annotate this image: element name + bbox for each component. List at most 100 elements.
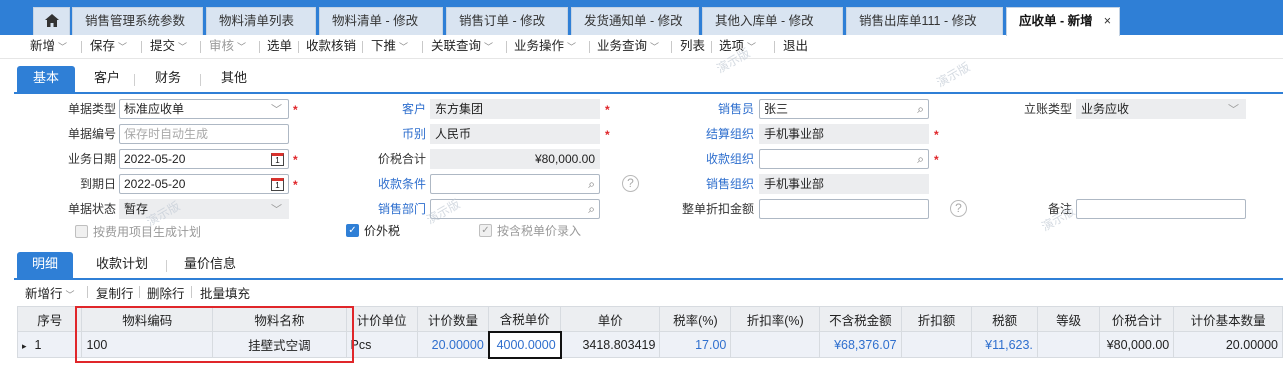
column-header[interactable]: 计价数量 <box>416 306 490 332</box>
sales-dept-label[interactable]: 销售部门 <box>350 200 426 218</box>
column-header[interactable]: 计价基本数量 <box>1173 306 1283 332</box>
grade-cell[interactable] <box>1036 331 1101 358</box>
tab-finance[interactable]: 财务 <box>138 66 198 92</box>
column-header[interactable]: 不含税金额 <box>819 306 902 332</box>
related-query-menu-button[interactable]: 关联查询 ﹀ <box>431 39 493 57</box>
submit-menu-button[interactable]: 提交 ﹀ <box>150 39 187 57</box>
base-qty-cell[interactable]: 20.00000 <box>1173 331 1283 358</box>
currency-field[interactable]: 人民币 <box>430 124 600 144</box>
bill-type-select[interactable]: 标准应收单 ﹀ <box>119 99 289 119</box>
tab-delivery-notice-edit[interactable]: 发货通知单 - 修改 <box>571 7 699 35</box>
material-code-cell[interactable]: 100 <box>81 331 214 358</box>
column-header[interactable]: 折扣率(%) <box>730 306 821 332</box>
business-ops-menu-button[interactable]: 业务操作 ﹀ <box>514 39 576 57</box>
sales-org-label[interactable]: 销售组织 <box>676 175 754 193</box>
tab-sales-outbound-edit[interactable]: 销售出库单111 - 修改 <box>846 7 1003 35</box>
salesman-input[interactable]: 张三 ⌕ <box>759 99 929 119</box>
collect-org-label[interactable]: 收款组织 <box>676 150 754 168</box>
unit-price-cell[interactable]: 3418.803419 <box>560 331 661 358</box>
tab-price-info[interactable]: 量价信息 <box>172 252 248 278</box>
account-type-select[interactable]: 业务应收 ﹀ <box>1076 99 1246 119</box>
column-header[interactable]: 税率(%) <box>659 306 732 332</box>
search-icon[interactable]: ⌕ <box>917 150 924 168</box>
exit-button[interactable]: 退出 <box>783 39 808 57</box>
delete-row-button[interactable]: 删除行 <box>147 283 185 302</box>
gen-plan-checkbox[interactable] <box>75 225 88 238</box>
total-with-tax-cell[interactable]: ¥80,000.00 <box>1099 331 1175 358</box>
tab-sales-params[interactable]: 销售管理系统参数 <box>72 7 203 35</box>
column-header[interactable]: 折扣额 <box>900 306 973 332</box>
batch-fill-button[interactable]: 批量填充 <box>200 283 250 302</box>
column-header[interactable]: 物料名称 <box>212 306 347 332</box>
discount-rate-cell[interactable] <box>730 331 821 358</box>
pricing-qty-cell[interactable]: 20.00000 <box>416 331 490 358</box>
list-button[interactable]: 列表 <box>680 39 705 57</box>
business-query-menu-button[interactable]: 业务查询 ﹀ <box>597 39 659 57</box>
column-header[interactable]: 计价单位 <box>345 306 418 332</box>
options-menu-button[interactable]: 选项 ﹀ <box>719 39 756 57</box>
calendar-icon[interactable]: 1 <box>271 178 284 191</box>
tab-receivable-new[interactable]: 应收单 - 新增 × <box>1006 7 1120 36</box>
add-row-menu-button[interactable]: 新增行 ﹀ <box>25 283 75 302</box>
row-number-cell[interactable]: ▸ 1 <box>16 331 83 358</box>
column-header[interactable]: 价税合计 <box>1099 306 1175 332</box>
customer-field[interactable]: 东方集团 <box>430 99 600 119</box>
tab-basic[interactable]: 基本 <box>17 66 75 92</box>
remark-input[interactable] <box>1076 199 1246 219</box>
tax-price-entry-checkbox[interactable]: ✓ <box>479 224 492 237</box>
settle-org-label[interactable]: 结算组织 <box>676 125 754 143</box>
payment-terms-input[interactable]: ⌕ <box>430 174 600 194</box>
settle-org-field[interactable]: 手机事业部 <box>759 124 929 144</box>
column-header[interactable]: 单价 <box>560 306 661 332</box>
search-icon[interactable]: ⌕ <box>588 175 595 193</box>
tab-other[interactable]: 其他 <box>204 66 264 92</box>
tab-bom-edit[interactable]: 物料清单 - 修改 <box>319 7 443 35</box>
tab-customer[interactable]: 客户 <box>82 66 132 92</box>
help-icon[interactable]: ? <box>950 200 967 217</box>
pricing-unit-cell[interactable]: Pcs <box>345 331 418 358</box>
help-icon[interactable]: ? <box>622 175 639 192</box>
save-menu-button[interactable]: 保存 ﹀ <box>90 39 127 57</box>
bill-no-input[interactable]: 保存时自动生成 <box>119 124 289 144</box>
collect-org-input[interactable]: ⌕ <box>759 149 929 169</box>
tab-other-inbound-edit[interactable]: 其他入库单 - 修改 <box>702 7 843 35</box>
tab-sales-order-edit[interactable]: 销售订单 - 修改 <box>446 7 568 35</box>
column-header[interactable]: 含税单价 <box>488 306 562 332</box>
tab-detail[interactable]: 明细 <box>17 252 73 278</box>
tax-amount-cell[interactable]: ¥11,623. <box>971 331 1038 358</box>
search-icon[interactable]: ⌕ <box>917 100 924 118</box>
customer-label[interactable]: 客户 <box>350 100 426 118</box>
search-icon[interactable]: ⌕ <box>588 200 595 218</box>
column-header[interactable]: 等级 <box>1036 306 1101 332</box>
audit-menu-button[interactable]: 审核 ﹀ <box>209 39 246 57</box>
tax-excluded-checkbox[interactable]: ✓ <box>346 224 359 237</box>
currency-label[interactable]: 币别 <box>350 125 426 143</box>
material-name-cell[interactable]: 挂壁式空调 <box>212 331 347 358</box>
amount-excl-tax-cell[interactable]: ¥68,376.07 <box>819 331 902 358</box>
push-down-menu-button[interactable]: 下推 ﹀ <box>371 39 408 57</box>
sales-dept-input[interactable]: ⌕ <box>430 199 600 219</box>
tab-home[interactable] <box>33 7 70 35</box>
tab-bom-list[interactable]: 物料清单列表 <box>206 7 316 35</box>
receipt-verify-button[interactable]: 收款核销 <box>306 39 356 57</box>
tab-payment-plan[interactable]: 收款计划 <box>84 252 160 278</box>
due-date-input[interactable]: 2022-05-20 1 <box>119 174 289 194</box>
discount-amount-cell[interactable] <box>900 331 973 358</box>
copy-row-button[interactable]: 复制行 <box>96 283 134 302</box>
biz-date-input[interactable]: 2022-05-20 1 <box>119 149 289 169</box>
close-icon[interactable]: × <box>1104 8 1111 34</box>
select-bill-button[interactable]: 选单 <box>267 39 292 57</box>
calendar-icon[interactable]: 1 <box>271 153 284 166</box>
tax-unit-price-cell[interactable]: 4000.0000 <box>487 330 562 359</box>
sales-org-field[interactable]: 手机事业部 <box>759 174 929 194</box>
discount-amount-input[interactable] <box>759 199 929 219</box>
tax-rate-cell[interactable]: 17.00 <box>659 331 732 358</box>
bill-status-select[interactable]: 暂存 ﹀ <box>119 199 289 219</box>
column-header[interactable]: 序号 <box>16 306 83 332</box>
add-menu-button[interactable]: 新增 ﹀ <box>30 39 67 57</box>
payment-terms-label[interactable]: 收款条件 <box>350 175 426 193</box>
column-header[interactable]: 物料编码 <box>81 306 214 332</box>
column-header[interactable]: 税额 <box>971 306 1038 332</box>
table-row[interactable]: ▸ 1 100 挂壁式空调 Pcs 20.00000 4000.0000 3418… <box>16 330 1283 359</box>
salesman-label[interactable]: 销售员 <box>676 100 754 118</box>
